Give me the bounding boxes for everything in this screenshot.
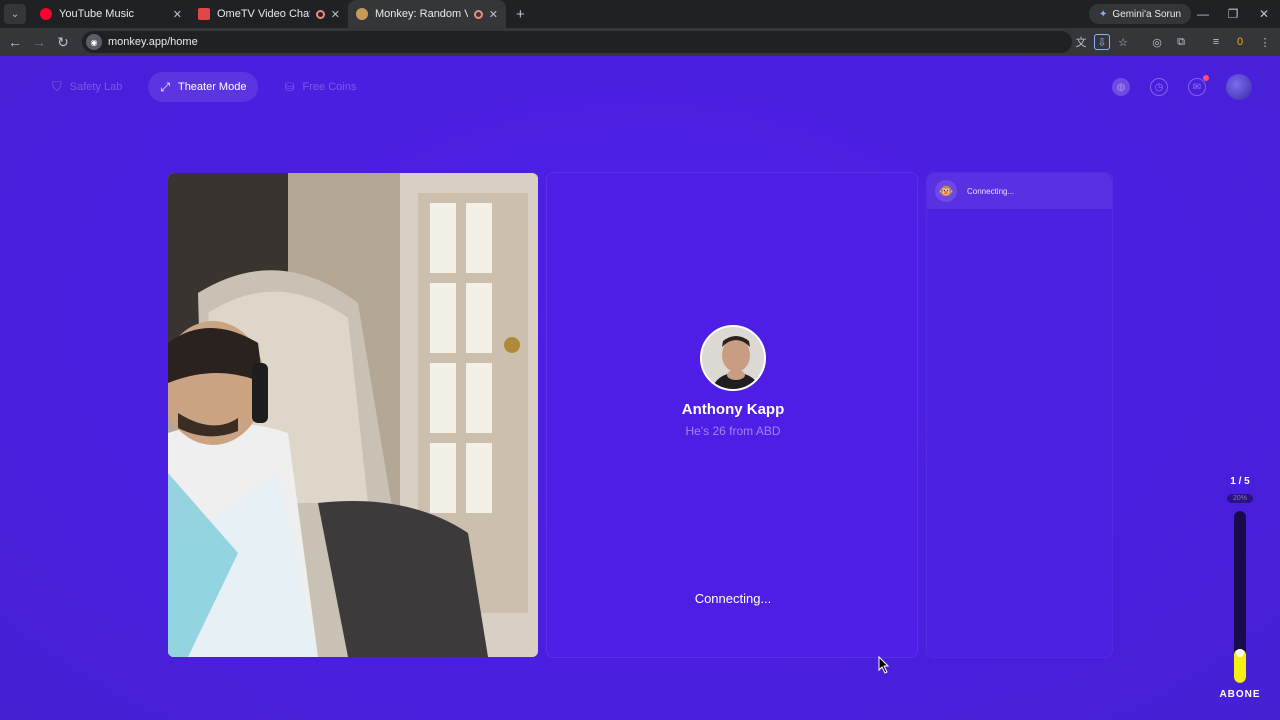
browser-tab-bar: ⌄ YouTube Music ✕ OmeTV Video Chat — Ome…	[0, 0, 1280, 28]
browser-tab-ometv[interactable]: OmeTV Video Chat — Ome ✕	[190, 0, 348, 28]
extensions-icon[interactable]: ⧉	[1173, 34, 1189, 50]
gemini-button[interactable]: ✦ Gemini'a Sorun	[1089, 4, 1191, 24]
progress-label: ABONE	[1219, 689, 1261, 700]
translate-icon[interactable]: 文	[1073, 34, 1089, 50]
free-coins-label: Free Coins	[302, 81, 357, 93]
match-info: He's 26 from ABD	[685, 424, 781, 438]
recording-icon	[473, 9, 483, 19]
reading-list-icon[interactable]: ≡	[1208, 34, 1224, 50]
browser-tab-youtube-music[interactable]: YouTube Music ✕	[32, 0, 190, 28]
back-icon[interactable]: ←	[3, 34, 27, 50]
messages-icon[interactable]: ✉	[1188, 75, 1209, 96]
chat-panel: 🐵 Connecting...	[926, 172, 1113, 658]
close-icon[interactable]: ✕	[331, 8, 340, 21]
close-icon[interactable]: ✕	[489, 8, 498, 21]
gemini-icon: ✦	[1099, 8, 1108, 20]
install-app-icon[interactable]: ⇩	[1094, 34, 1110, 50]
header-actions: ◍ ◷ ✉	[1112, 74, 1252, 100]
coins-icon: ⛁	[284, 80, 295, 94]
bookmark-star-icon[interactable]: ☆	[1115, 34, 1131, 50]
url-text[interactable]: monkey.app/home	[108, 36, 198, 48]
tab-search-button[interactable]: ⌄	[4, 4, 26, 24]
tab-title: OmeTV Video Chat — Ome	[217, 8, 310, 20]
site-info-icon[interactable]: ◉	[86, 34, 102, 50]
history-icon[interactable]: ◷	[1150, 78, 1168, 96]
free-coins-button[interactable]: ⛁ Free Coins	[272, 72, 368, 102]
match-panel: Anthony Kapp He's 26 from ABD Connecting…	[546, 172, 918, 658]
expand-icon: ⤢	[160, 79, 170, 94]
restore-icon[interactable]: ❐	[1218, 0, 1248, 28]
youtube-music-favicon-icon	[40, 8, 52, 20]
address-bar[interactable]: ◉ monkey.app/home	[82, 31, 1072, 53]
camera-image	[168, 173, 538, 657]
progress-bar	[1234, 511, 1246, 683]
notification-dot	[1203, 75, 1209, 81]
ometv-favicon-icon	[198, 8, 210, 20]
filter-icon[interactable]: ◍	[1112, 78, 1130, 96]
theater-mode-button[interactable]: ⤢ Theater Mode	[148, 72, 259, 102]
mouse-cursor-icon	[878, 656, 890, 674]
theater-mode-label: Theater Mode	[177, 81, 247, 93]
monkey-icon: 🐵	[935, 180, 957, 202]
self-camera-feed	[168, 173, 538, 657]
safety-lab-label: Safety Lab	[69, 81, 123, 93]
gemini-label: Gemini'a Sorun	[1112, 8, 1181, 20]
tab-title: Monkey: Random Video Ch	[375, 8, 468, 20]
progress-percent: 20%	[1226, 494, 1253, 503]
shield-icon: ⛉	[52, 79, 62, 94]
match-photo	[702, 327, 764, 389]
incognito-icon[interactable]: ◎	[1149, 34, 1165, 50]
window-close-icon[interactable]: ✕	[1249, 0, 1279, 28]
tab-title: YouTube Music	[59, 8, 135, 20]
browser-tab-monkey[interactable]: Monkey: Random Video Ch ✕	[348, 0, 506, 28]
match-profile: Anthony Kapp He's 26 from ABD	[547, 325, 919, 438]
browser-menu-icon[interactable]: ⋮	[1257, 34, 1273, 50]
forward-icon[interactable]: →	[27, 34, 51, 50]
monkey-favicon-icon	[356, 8, 368, 20]
recording-icon	[315, 9, 325, 19]
subscribe-progress: 1 / 5 20% ABONE	[1214, 476, 1266, 700]
new-tab-icon[interactable]: +	[516, 6, 525, 23]
chat-status: Connecting...	[967, 186, 1015, 196]
close-icon[interactable]: ✕	[173, 8, 182, 21]
profile-badge[interactable]: 0	[1232, 34, 1248, 50]
match-name: Anthony Kapp	[681, 401, 785, 418]
match-avatar	[700, 325, 766, 391]
chat-header: 🐵 Connecting...	[927, 173, 1112, 209]
reload-icon[interactable]: ↻	[51, 34, 75, 51]
avatar[interactable]	[1226, 74, 1252, 100]
minimize-icon[interactable]: —	[1188, 0, 1218, 28]
progress-step: 1 / 5	[1230, 476, 1250, 487]
safety-lab-button[interactable]: ⛉ Safety Lab	[40, 72, 134, 102]
progress-bar-knob	[1236, 649, 1244, 657]
connecting-status: Connecting...	[694, 591, 772, 606]
monkey-page: ⛉ Safety Lab ⤢ Theater Mode ⛁ Free Coins…	[0, 56, 1280, 720]
top-nav: ⛉ Safety Lab ⤢ Theater Mode ⛁ Free Coins	[40, 72, 368, 102]
